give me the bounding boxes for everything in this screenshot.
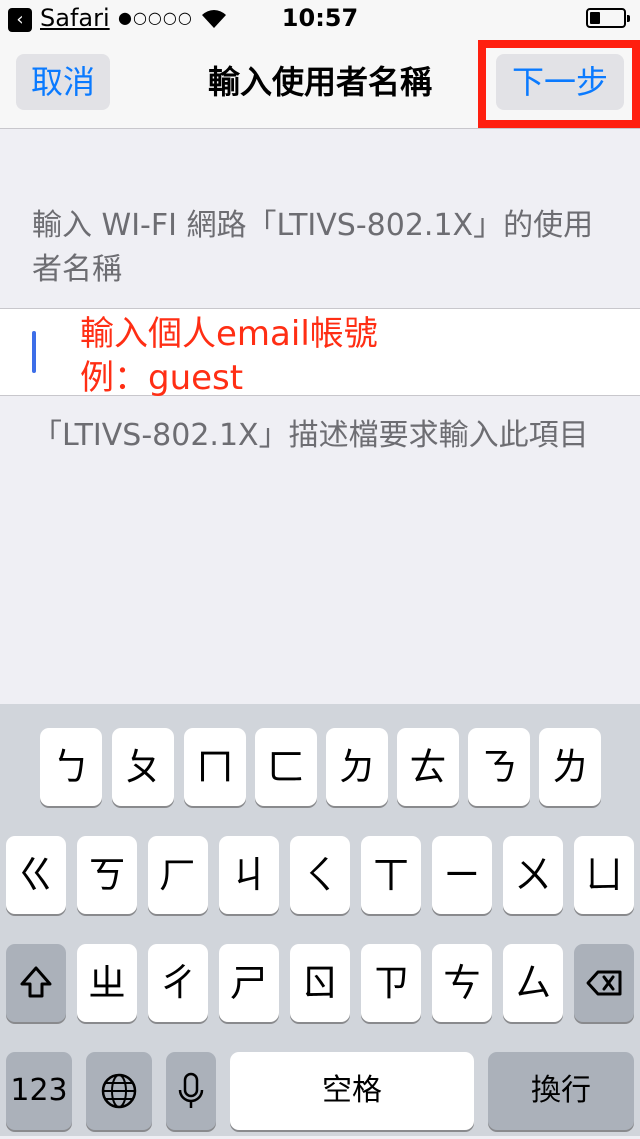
dictation-key[interactable] [166, 1052, 216, 1130]
status-bar: ‹ Safari ●○○○○ 10:57 [0, 0, 640, 40]
key-f[interactable]: ㄈ [255, 728, 317, 806]
key-b[interactable]: ㄅ [40, 728, 102, 806]
annotation-line-1: 輸入個人email帳號 [80, 314, 378, 354]
profile-requirement-note: 「LTIVS-802.1X」描述檔要求輸入此項目 [32, 418, 589, 453]
key-l[interactable]: ㄌ [539, 728, 601, 806]
username-prompt: 輸入 WI-FI 網路「LTIVS-802.1X」的使用者名稱 [32, 208, 594, 287]
key-j[interactable]: ㄐ [219, 836, 279, 914]
shift-key[interactable] [6, 944, 66, 1022]
annotation-hint: 輸入個人email帳號 例：guest [80, 312, 378, 400]
globe-key[interactable] [86, 1052, 152, 1130]
globe-icon [101, 1073, 137, 1109]
shift-icon [20, 966, 52, 998]
next-button[interactable]: 下一步 [496, 54, 624, 110]
zhuyin-keyboard: ㄅ ㄆ ㄇ ㄈ ㄉ ㄊ ㄋ ㄌ ㄍ ㄎ ㄏ ㄐ ㄑ ㄒ ㄧ ㄨ ㄩ ㄓ ㄔ ㄕ … [0, 704, 640, 1136]
key-yu[interactable]: ㄩ [574, 836, 634, 914]
key-n[interactable]: ㄋ [468, 728, 530, 806]
key-ch[interactable]: ㄔ [148, 944, 208, 1022]
return-key[interactable]: 換行 [488, 1052, 634, 1130]
key-k[interactable]: ㄎ [77, 836, 137, 914]
key-m[interactable]: ㄇ [184, 728, 246, 806]
key-q[interactable]: ㄑ [290, 836, 350, 914]
key-x[interactable]: ㄒ [361, 836, 421, 914]
delete-key[interactable] [574, 944, 634, 1022]
key-sh[interactable]: ㄕ [219, 944, 279, 1022]
key-t[interactable]: ㄊ [397, 728, 459, 806]
status-time: 10:57 [281, 4, 359, 32]
key-p[interactable]: ㄆ [112, 728, 174, 806]
space-key[interactable]: 空格 [230, 1052, 474, 1130]
key-zh[interactable]: ㄓ [77, 944, 137, 1022]
key-z[interactable]: ㄗ [361, 944, 421, 1022]
microphone-icon [178, 1072, 204, 1108]
delete-icon [586, 970, 622, 996]
key-s[interactable]: ㄙ [503, 944, 563, 1022]
key-i[interactable]: ㄧ [432, 836, 492, 914]
numbers-key[interactable]: 123 [6, 1052, 72, 1130]
key-r[interactable]: ㄖ [290, 944, 350, 1022]
text-caret [32, 331, 36, 373]
battery-icon [586, 8, 630, 28]
annotation-line-2: 例：guest [80, 358, 244, 398]
navigation-bar: 取消 輸入使用者名稱 下一步 [0, 40, 640, 129]
key-h[interactable]: ㄏ [148, 836, 208, 914]
key-u[interactable]: ㄨ [503, 836, 563, 914]
key-d[interactable]: ㄉ [326, 728, 388, 806]
key-g[interactable]: ㄍ [6, 836, 66, 914]
key-c[interactable]: ㄘ [432, 944, 492, 1022]
